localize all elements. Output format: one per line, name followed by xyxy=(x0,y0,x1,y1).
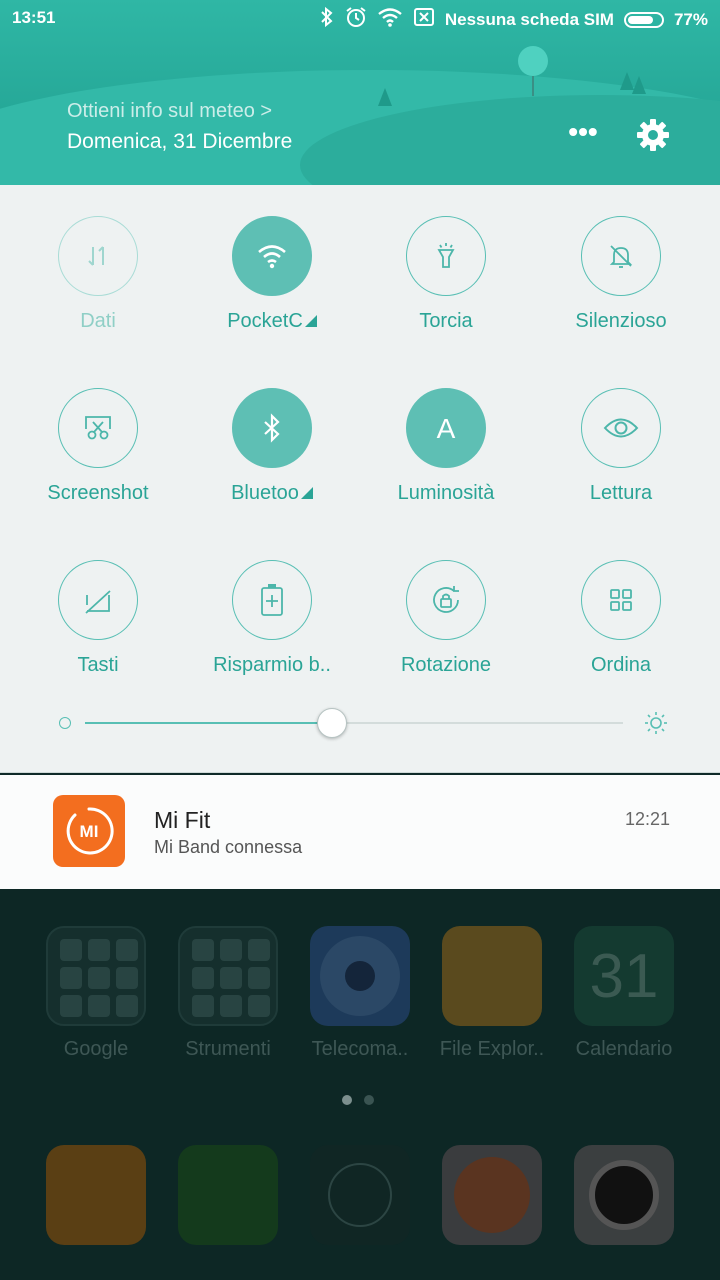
quick-tile-rotazione[interactable]: Rotazione xyxy=(358,560,534,677)
brightness-fill xyxy=(85,722,333,724)
notification-shade-header: 13:51 Nessuna scheda SIM 77% Ottieni inf… xyxy=(0,0,720,185)
mountain-decoration xyxy=(632,76,646,94)
phone-icon xyxy=(178,1145,278,1245)
wifi-icon[interactable] xyxy=(232,216,312,296)
mi-logo-text: MI xyxy=(80,822,99,841)
buttons-off-icon[interactable] xyxy=(58,560,138,640)
quick-settings-panel: Dati PocketC Torcia Silenzioso Screenshot Blu… xyxy=(0,185,720,773)
weather-link[interactable]: Ottieni info sul meteo > xyxy=(67,100,272,123)
tree-decoration xyxy=(518,46,548,76)
quick-tile-lettura[interactable]: Lettura xyxy=(533,388,709,505)
home-app-google-folder: Google xyxy=(31,926,161,1061)
quick-tile-torcia[interactable]: Torcia xyxy=(358,216,534,333)
quick-tile-ordina[interactable]: Ordina xyxy=(533,560,709,677)
page-indicator xyxy=(342,1092,386,1110)
page-dot xyxy=(364,1095,374,1105)
messages-icon xyxy=(46,1145,146,1245)
eye-icon[interactable] xyxy=(581,388,661,468)
battery-percent: 77% xyxy=(673,9,708,29)
expand-arrow-icon[interactable] xyxy=(300,487,313,499)
mountain-decoration xyxy=(378,88,392,106)
gear-icon[interactable] xyxy=(636,118,670,152)
status-bar: 13:51 Nessuna scheda SIM 77% xyxy=(0,0,720,36)
bell-off-icon[interactable] xyxy=(581,216,661,296)
quick-tile-label: Bluetoo xyxy=(184,482,360,505)
folder-icon xyxy=(46,926,146,1026)
status-time: 13:51 xyxy=(12,8,56,27)
expand-arrow-icon[interactable] xyxy=(304,315,317,327)
notification-title: Mi Fit xyxy=(154,807,211,833)
quick-tile-label: Risparmio b.. xyxy=(213,654,331,676)
quick-tile-label: Screenshot xyxy=(47,482,149,504)
app-label: Calendario xyxy=(575,1038,673,1060)
camera-icon xyxy=(574,1145,674,1245)
lock-icon xyxy=(310,1145,410,1245)
quick-tile-label: Dati xyxy=(80,310,116,332)
grid-icon[interactable] xyxy=(581,560,661,640)
header-date: Domenica, 31 Dicembre xyxy=(67,130,293,153)
quick-tile-silenzioso[interactable]: Silenzioso xyxy=(533,216,709,333)
bluetooth-icon xyxy=(319,6,335,33)
calendar-icon: 31 xyxy=(574,926,674,1026)
notification-card[interactable]: MI Mi Fit Mi Band connessa 12:21 xyxy=(0,775,720,889)
quick-tile-label: PocketC xyxy=(184,310,360,333)
svg-text:A: A xyxy=(437,413,456,443)
firefox-icon xyxy=(442,1145,542,1245)
quick-tile-dati[interactable]: Dati xyxy=(10,216,186,333)
app-label: File Explor.. xyxy=(439,1038,545,1060)
wifi-icon xyxy=(377,7,403,32)
quick-tile-screenshot[interactable]: Screenshot xyxy=(10,388,186,505)
mi-fit-app-icon: MI xyxy=(53,795,125,867)
notification-time: 12:21 xyxy=(624,809,670,829)
battery-saver-icon[interactable] xyxy=(232,560,312,640)
app-label: Google xyxy=(63,1038,129,1060)
file-folder-icon xyxy=(442,926,542,1026)
quick-tile-risparmio-b[interactable]: Risparmio b.. xyxy=(184,560,360,677)
quick-tile-label: Ordina xyxy=(590,654,652,676)
brightness-thumb[interactable] xyxy=(317,708,348,738)
quick-tile-pocketc[interactable]: PocketC xyxy=(184,216,360,333)
quick-tile-label: Luminosità xyxy=(397,482,495,504)
folder-icon xyxy=(178,926,278,1026)
home-app-tools-folder: Strumenti xyxy=(163,926,293,1061)
page-dot xyxy=(342,1095,352,1105)
brightness-slider[interactable] xyxy=(56,708,668,738)
no-sim-icon xyxy=(413,7,435,32)
brightness-track[interactable] xyxy=(85,708,623,738)
notification-text: Mi Band connessa xyxy=(154,837,303,857)
brightness-low-icon xyxy=(59,717,71,729)
app-label: Strumenti xyxy=(185,1038,271,1060)
quick-tile-bluetoo[interactable]: Bluetoo xyxy=(184,388,360,505)
quick-tile-label: Tasti xyxy=(77,654,119,676)
battery-level xyxy=(627,15,653,24)
rotation-lock-icon[interactable] xyxy=(406,560,486,640)
carrier-label: Nessuna scheda SIM xyxy=(444,9,614,29)
battery-icon xyxy=(623,11,664,28)
more-options-button[interactable]: ••• xyxy=(566,118,600,152)
quick-tile-tasti[interactable]: Tasti xyxy=(10,560,186,677)
tree-trunk-decoration xyxy=(532,76,534,96)
quick-tile-label: Rotazione xyxy=(400,654,492,676)
home-app-calendar: 31 Calendario xyxy=(559,926,689,1061)
home-app-remote: Telecoma.. xyxy=(295,926,425,1061)
alarm-icon xyxy=(345,6,367,33)
bluetooth-icon[interactable] xyxy=(232,388,312,468)
home-screen-background: Google Strumenti Telecoma.. File Explor.… xyxy=(0,889,720,1280)
remote-icon xyxy=(310,926,410,1026)
flashlight-icon[interactable] xyxy=(406,216,486,296)
scissors-icon[interactable] xyxy=(58,388,138,468)
brightness-high-icon xyxy=(644,711,668,735)
data-arrows-icon[interactable] xyxy=(58,216,138,296)
app-label: Telecoma.. xyxy=(311,1038,409,1060)
quick-tile-label: Lettura xyxy=(589,482,653,504)
auto-brightness-icon[interactable]: A xyxy=(406,388,486,468)
quick-tile-label: Torcia xyxy=(419,310,473,332)
quick-tile-luminosit[interactable]: A Luminosità xyxy=(358,388,534,505)
home-app-file-explorer: File Explor.. xyxy=(427,926,557,1061)
quick-tile-label: Silenzioso xyxy=(575,310,667,332)
